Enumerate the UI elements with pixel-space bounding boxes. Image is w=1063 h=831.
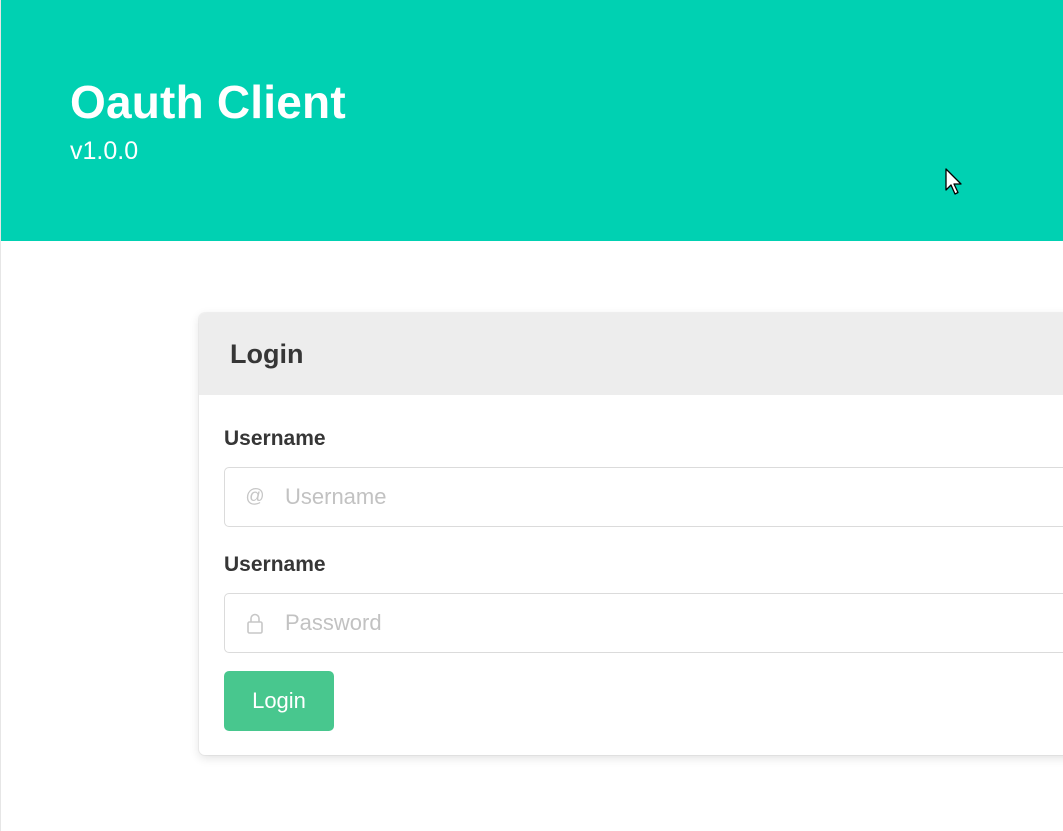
username-label: Username: [224, 427, 326, 450]
login-card-header: Login: [199, 313, 1063, 395]
username-input[interactable]: [285, 468, 1063, 526]
password-field-wrapper: [224, 593, 1063, 653]
hero-banner: Oauth Client v1.0.0: [1, 0, 1063, 241]
page: Oauth Client v1.0.0 Login Username @ Use…: [0, 0, 1063, 831]
at-sign-icon: @: [245, 486, 265, 507]
mouse-cursor-icon: [945, 168, 962, 195]
password-input[interactable]: [285, 594, 1063, 652]
login-card-title: Login: [230, 339, 304, 369]
login-button[interactable]: Login: [224, 671, 334, 731]
login-card: Login Username @ Username Login: [199, 313, 1063, 755]
app-version: v1.0.0: [70, 137, 139, 165]
lock-icon: [243, 611, 267, 635]
app-title: Oauth Client: [70, 76, 346, 128]
password-label: Username: [224, 553, 326, 576]
username-field-wrapper: @: [224, 467, 1063, 527]
